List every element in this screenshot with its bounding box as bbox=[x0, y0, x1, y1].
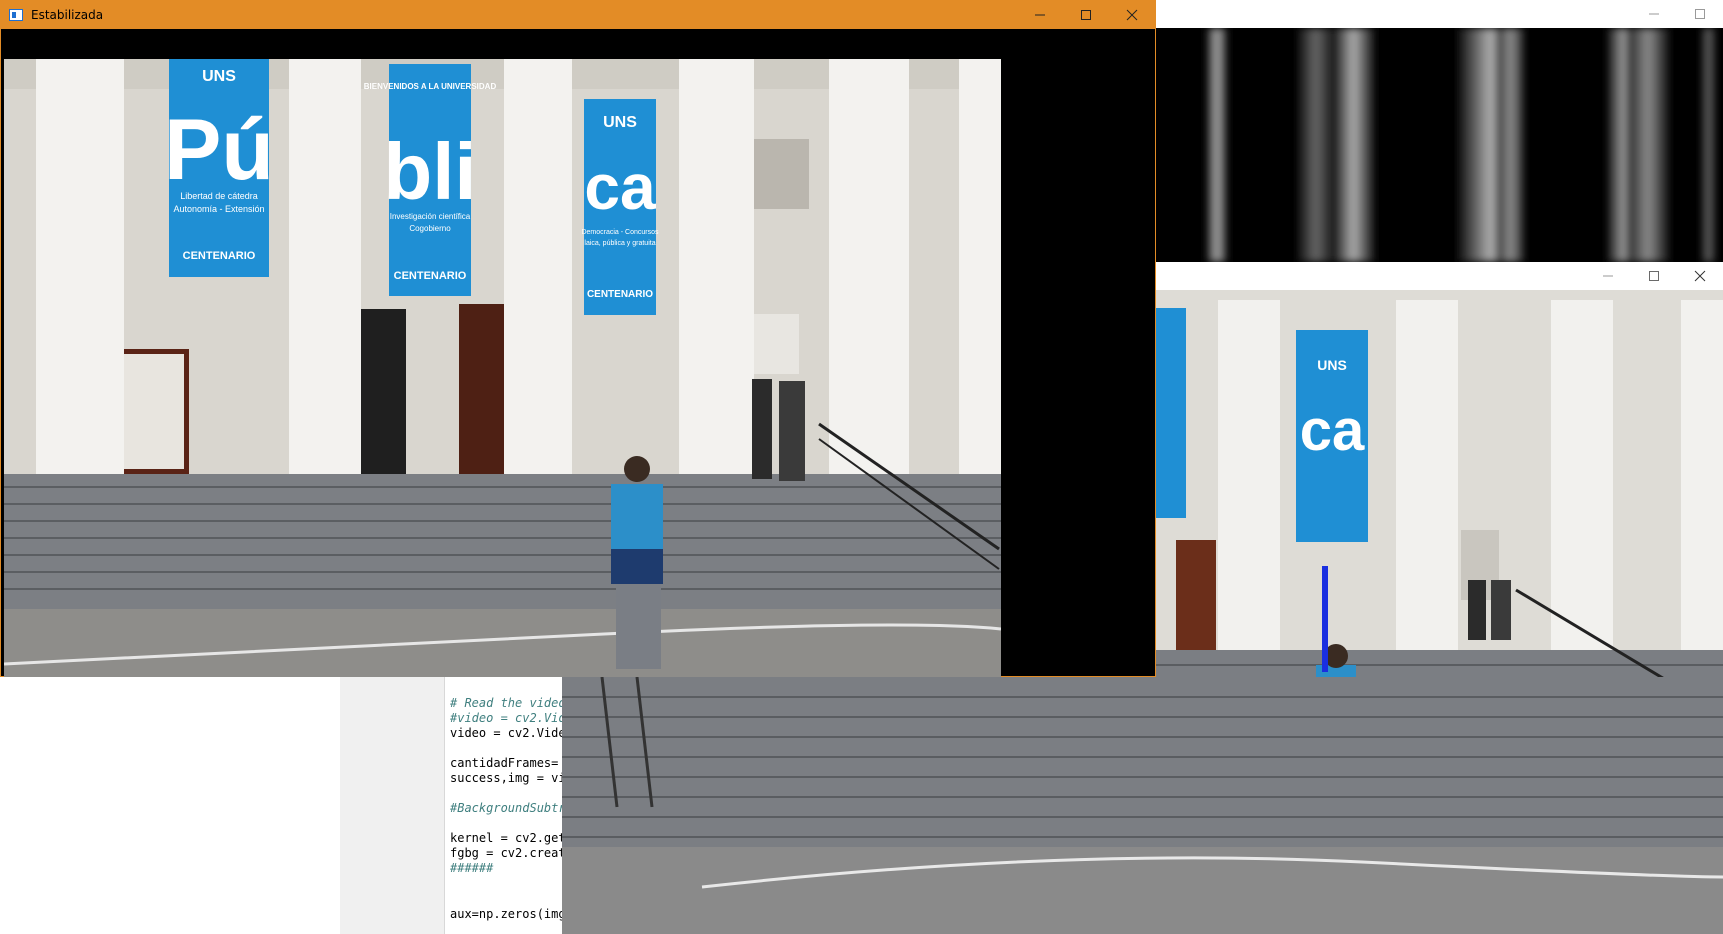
banner-3-footer: CENTENARIO bbox=[587, 289, 653, 300]
banner-1-large-text: Pú bbox=[164, 102, 274, 198]
minimize-button[interactable] bbox=[1017, 1, 1063, 29]
banner-3-line-2: laica, pública y gratuita bbox=[584, 240, 655, 247]
code-line[interactable]: success,img = vi bbox=[450, 771, 566, 786]
maximize-button[interactable] bbox=[1631, 262, 1677, 290]
minimize-icon bbox=[1035, 14, 1045, 16]
banner-uns-text: UNS bbox=[1317, 357, 1347, 373]
code-line[interactable]: #BackgroundSubtr bbox=[450, 801, 566, 816]
code-line[interactable]: fgbg = cv2.creat bbox=[450, 846, 566, 861]
banner-ca-large-text: ca bbox=[1300, 398, 1365, 463]
code-line[interactable]: kernel = cv2.get bbox=[450, 831, 566, 846]
banner-3-large-text: ca bbox=[584, 151, 656, 223]
maximize-icon bbox=[1081, 10, 1091, 20]
minimize-icon bbox=[1649, 13, 1659, 15]
main-window-title: Estabilizada bbox=[31, 8, 104, 22]
window-app-icon bbox=[9, 9, 23, 21]
maximize-button[interactable] bbox=[1677, 0, 1723, 28]
banner-publica-3: UNS ca Democracia - Concursos laica, púb… bbox=[581, 99, 659, 315]
minimize-icon bbox=[1603, 275, 1613, 277]
banner-1-footer: CENTENARIO bbox=[183, 250, 256, 262]
code-line[interactable]: #video = cv2.Vid bbox=[450, 711, 566, 726]
banner-3-line-1: Democracia - Concursos bbox=[581, 229, 659, 236]
close-icon bbox=[1694, 270, 1706, 282]
lower-video-frame bbox=[562, 677, 1723, 934]
code-line[interactable]: video = cv2.Vide bbox=[450, 726, 566, 741]
banner-1-line-1: Libertad de cátedra bbox=[180, 191, 258, 201]
banner-3-top-text: UNS bbox=[603, 114, 637, 131]
banner-2-line-1: Investigación científica bbox=[390, 212, 471, 221]
stabilized-window-main[interactable]: Estabilizada UNS Pú Libertad de cátedra … bbox=[0, 0, 1156, 677]
banner-2-top-text: BIENVENIDOS A LA UNIVERSIDAD bbox=[364, 82, 497, 91]
banner-2-large-text: bli bbox=[383, 127, 476, 216]
motion-indicator-bar bbox=[1322, 566, 1328, 672]
maximize-icon bbox=[1695, 9, 1705, 19]
close-button[interactable] bbox=[1109, 1, 1155, 29]
banner-1-line-2: Autonomía - Extensión bbox=[173, 204, 264, 214]
banner-2-line-2: Cogobierno bbox=[409, 224, 451, 233]
banner-1-top-text: UNS bbox=[202, 68, 236, 85]
minimize-button[interactable] bbox=[1585, 262, 1631, 290]
banner-2-footer: CENTENARIO bbox=[394, 270, 467, 282]
maximize-button[interactable] bbox=[1063, 1, 1109, 29]
close-icon bbox=[1126, 9, 1138, 21]
minimize-button[interactable] bbox=[1631, 0, 1677, 28]
mask-window[interactable] bbox=[1156, 0, 1723, 262]
main-video-frame: UNS Pú Libertad de cátedra Autonomía - E… bbox=[4, 59, 1001, 677]
code-line[interactable]: cantidadFrames= bbox=[450, 756, 558, 771]
code-line[interactable]: # Read the video bbox=[450, 696, 566, 711]
maximize-icon bbox=[1649, 271, 1659, 281]
main-titlebar[interactable]: Estabilizada bbox=[1, 1, 1155, 29]
banner-publica-1: UNS Pú Libertad de cátedra Autonomía - E… bbox=[164, 59, 274, 277]
motion-mask-image bbox=[1156, 28, 1723, 262]
code-line[interactable]: aux=np.zeros(img bbox=[450, 907, 566, 922]
close-button[interactable] bbox=[1677, 262, 1723, 290]
code-line[interactable]: ###### bbox=[450, 861, 493, 876]
editor-gutter bbox=[340, 676, 445, 934]
